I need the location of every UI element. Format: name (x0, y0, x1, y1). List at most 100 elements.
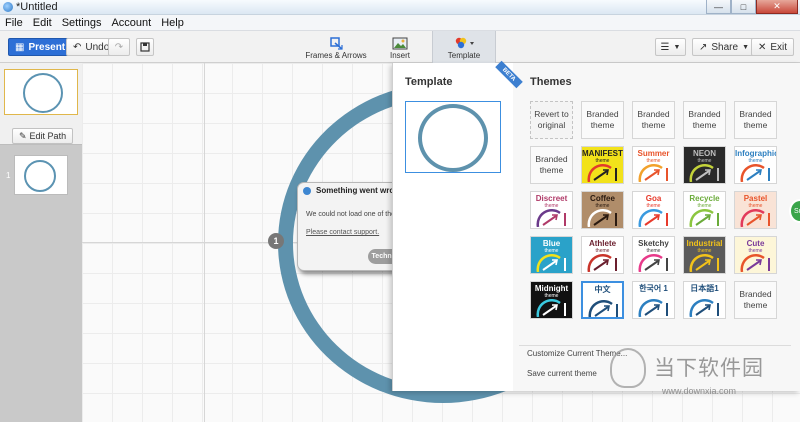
theme-name: MANIFESTO (582, 149, 623, 158)
theme-preview-arrow-icon (536, 209, 566, 227)
share-button[interactable]: ↗ Share ▼ (692, 38, 757, 56)
theme-preview-arrow-icon (689, 209, 719, 227)
frames-arrows-label: Frames & Arrows (305, 51, 367, 60)
menu-file[interactable]: File (0, 17, 28, 29)
divider (519, 345, 791, 346)
theme-preview-arrow-icon (740, 164, 770, 182)
save-icon (140, 42, 150, 52)
theme-preview-arrow-icon (638, 299, 668, 317)
edit-path-label: Edit Path (29, 131, 67, 141)
template-label: Template (447, 51, 481, 60)
branded-theme-tile[interactable]: Branded theme (734, 281, 777, 319)
theme-name: 日本語1 (690, 284, 719, 293)
save-button[interactable] (136, 38, 154, 56)
theme-tile[interactable]: Industrial theme (683, 236, 726, 274)
theme-preview-arrow-icon (587, 209, 617, 227)
view-menu-button[interactable]: ☰ ▼ (655, 38, 686, 56)
theme-tile[interactable]: Pastel theme (734, 191, 777, 229)
exit-label: Exit (770, 41, 788, 53)
present-button[interactable]: ▦ Present (8, 38, 73, 56)
menu-bar: File Edit Settings Account Help (0, 15, 800, 31)
window-title: *Untitled (16, 1, 58, 13)
theme-name: Goa (645, 194, 662, 203)
theme-preview-arrow-icon (588, 300, 618, 317)
branded-theme-tile[interactable]: Branded theme (530, 146, 573, 184)
theme-name: Sketchy (638, 239, 669, 248)
path-point-number[interactable]: 1 (268, 233, 284, 249)
theme-name: Pastel (743, 194, 768, 203)
share-icon: ↗ (699, 41, 708, 53)
theme-preview-arrow-icon (638, 164, 668, 182)
theme-tile[interactable]: Blue theme (530, 236, 573, 274)
save-theme-link[interactable]: Save current theme (527, 369, 597, 378)
theme-tile[interactable]: 한국어 1 (632, 281, 675, 319)
theme-tile[interactable]: 中文 (581, 281, 624, 319)
frames-arrows-tool[interactable]: Frames & Arrows (305, 33, 367, 63)
frames-arrows-icon (329, 37, 343, 50)
exit-icon: ✕ (758, 41, 767, 53)
redo-icon: ↷ (114, 41, 124, 53)
theme-name: Midnight (534, 284, 569, 293)
theme-preview-arrow-icon (587, 164, 617, 182)
template-tool[interactable]: Template (432, 31, 496, 63)
branded-theme-tile[interactable]: Branded theme (683, 101, 726, 139)
close-icon[interactable]: ✕ (756, 0, 798, 14)
theme-preview-arrow-icon (689, 164, 719, 182)
themes-heading: Themes (530, 76, 572, 88)
window-controls: — □ ✕ (706, 0, 798, 14)
theme-preview-arrow-icon (638, 209, 668, 227)
theme-tile[interactable]: Summer theme (632, 146, 675, 184)
theme-name: 中文 (594, 285, 611, 294)
redo-button[interactable]: ↷ (108, 38, 130, 56)
theme-tile[interactable]: 日本語1 (683, 281, 726, 319)
insert-label: Insert (389, 51, 410, 60)
theme-tile[interactable]: Infographic theme (734, 146, 777, 184)
watermark-logo (610, 348, 646, 388)
theme-tile[interactable]: Sketchy theme (632, 236, 675, 274)
branded-theme-tile[interactable]: Branded theme (734, 101, 777, 139)
theme-tile[interactable]: Coffee theme (581, 191, 624, 229)
error-title: Something went wrong (316, 186, 404, 195)
theme-tile[interactable]: Midnight theme (530, 281, 573, 319)
theme-tile[interactable]: Recycle theme (683, 191, 726, 229)
revert-to-original-tile[interactable]: Revert to original (530, 101, 573, 139)
slide-number: 1 (6, 171, 11, 180)
theme-tile[interactable]: NEON theme (683, 146, 726, 184)
maximize-icon[interactable]: □ (731, 0, 756, 14)
theme-preview-arrow-icon (689, 299, 719, 317)
theme-name: Recycle (689, 194, 720, 203)
branded-theme-tile[interactable]: Branded theme (632, 101, 675, 139)
menu-settings[interactable]: Settings (57, 17, 107, 29)
template-panel: BETA Template Themes Revert to original B… (392, 60, 800, 391)
theme-tile[interactable]: Cute theme (734, 236, 777, 274)
theme-name: Discreet (535, 194, 568, 203)
watermark-url: www.downxia.com (662, 386, 737, 396)
theme-name: 한국어 1 (639, 284, 668, 293)
minimize-icon[interactable]: — (706, 0, 731, 14)
menu-edit[interactable]: Edit (28, 17, 57, 29)
theme-tile[interactable]: Athlete theme (581, 236, 624, 274)
overview-slide[interactable]: ✎ Edit Path (0, 63, 82, 145)
path-step-thumbnail[interactable] (14, 155, 68, 195)
edit-path-button[interactable]: ✎ Edit Path (12, 128, 74, 144)
menu-help[interactable]: Help (156, 17, 189, 29)
theme-tile[interactable]: Discreet theme (530, 191, 573, 229)
theme-preview-arrow-icon (740, 209, 770, 227)
menu-account[interactable]: Account (106, 17, 156, 29)
present-icon: ▦ (15, 41, 25, 53)
theme-tile[interactable]: MANIFESTOtheme (581, 146, 624, 184)
branded-theme-tile[interactable]: Branded theme (581, 101, 624, 139)
contact-support-link[interactable]: Please contact support. (306, 229, 379, 236)
toolbar: ▦ Present ↶ Undo ↷ Frames & Arrows Inser… (0, 31, 800, 63)
undo-label: Undo (85, 41, 110, 53)
undo-icon: ↶ (73, 41, 82, 53)
insert-tool[interactable]: Insert (380, 33, 420, 63)
circle-frame-preview (418, 104, 488, 172)
exit-button[interactable]: ✕ Exit (751, 38, 795, 56)
watermark: 当下软件园 www.downxia.com (610, 348, 800, 404)
theme-preview-arrow-icon (689, 254, 719, 272)
current-template-preview[interactable] (405, 101, 501, 173)
theme-tile[interactable]: Goa theme (632, 191, 675, 229)
overview-thumbnail[interactable] (4, 69, 78, 115)
watermark-text: 当下软件园 (654, 357, 764, 380)
